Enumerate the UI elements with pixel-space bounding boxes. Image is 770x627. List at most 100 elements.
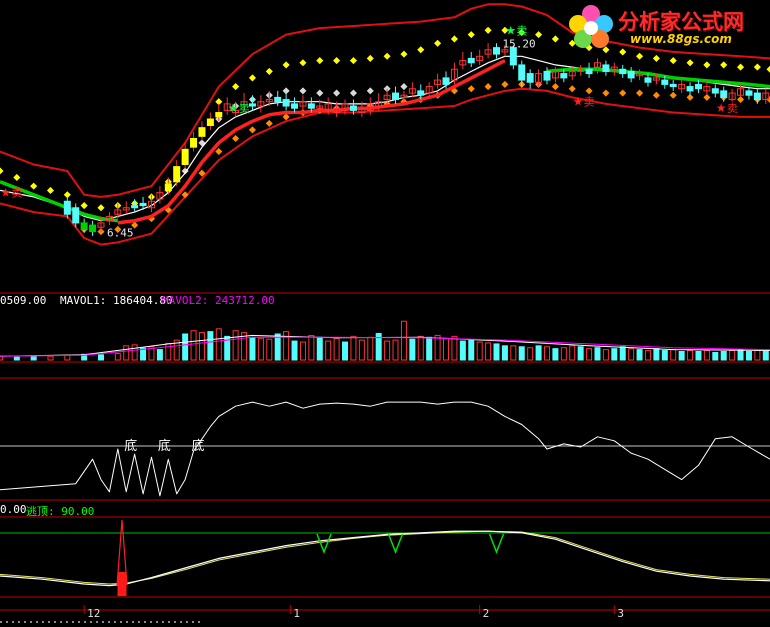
- candles: [63, 43, 770, 236]
- bottom-dot: [198, 621, 200, 623]
- candle-body: [206, 118, 214, 127]
- yellow-dot: [737, 63, 745, 71]
- escape-dip-marker: [488, 533, 505, 555]
- orange-dot: [181, 191, 189, 199]
- yellow-dot: [535, 31, 543, 39]
- signals: 15.206.45★ 卖★ 卖★ 卖★ 卖 ★ 卖: [0, 23, 737, 239]
- yellow-dot: [551, 35, 559, 43]
- dots-yellow: [0, 26, 770, 212]
- oscillator-line: 底底底: [0, 401, 770, 497]
- orange-dot: [602, 89, 610, 97]
- yellow-dot: [766, 65, 770, 73]
- vol-label: 0509.00: [0, 294, 47, 307]
- volume-bar: [316, 336, 323, 361]
- yellow-dot: [484, 26, 492, 34]
- bottom-dot: [186, 621, 188, 623]
- volume-bar: [729, 350, 736, 361]
- candle-body: [215, 112, 223, 118]
- yellow-dot: [333, 57, 341, 65]
- yellow-dot: [13, 173, 21, 181]
- volume-bar: [30, 356, 37, 361]
- yellow-dot: [232, 83, 240, 91]
- bottom-dot: [102, 621, 104, 623]
- volume-bar: [695, 350, 702, 361]
- panel4-escape-label: 逃顶: 90.00: [26, 505, 95, 518]
- volume-bar: [249, 336, 256, 361]
- orange-dot: [467, 85, 475, 93]
- candle-body: [282, 99, 290, 107]
- candle-body: [89, 224, 97, 233]
- candle-body: [602, 64, 610, 72]
- volume-bar: [468, 339, 475, 361]
- volume-bar: [543, 346, 550, 361]
- volume-bar: [485, 342, 492, 361]
- candle-body: [442, 77, 450, 85]
- signal-star-icon: ★: [0, 186, 11, 200]
- volume-bar: [342, 341, 349, 361]
- volume-bar: [560, 347, 567, 361]
- yellow-dot: [282, 61, 290, 69]
- volume-bar: [510, 345, 517, 361]
- volume-bar: [13, 356, 20, 361]
- bottom-dot: [60, 621, 62, 623]
- red-spike-bar: [117, 572, 127, 596]
- signal-star-icon: ★: [505, 23, 516, 37]
- bottom-dot: [18, 621, 20, 623]
- yellow-dot: [30, 182, 38, 190]
- price-annotation: 15.20: [503, 37, 536, 50]
- mavol2-label: MAVOL2: 243712.00: [162, 294, 275, 307]
- bottom-dot: [162, 621, 164, 623]
- volume-bar: [628, 348, 635, 361]
- orange-dot: [248, 126, 256, 134]
- volume-bar: [678, 350, 685, 361]
- signal-star-icon: ★: [716, 101, 727, 115]
- volume-bars: [0, 320, 769, 361]
- bottom-dot: [66, 621, 68, 623]
- volume-bar: [602, 349, 609, 361]
- volume-bar: [325, 340, 332, 361]
- candle-body: [139, 202, 147, 207]
- volume-bar: [518, 346, 525, 361]
- bottom-dot: [126, 621, 128, 623]
- candle-body: [131, 205, 139, 209]
- yellow-dot: [669, 57, 677, 65]
- x-tick-label: 12: [87, 607, 100, 620]
- bottom-dot: [120, 621, 122, 623]
- bottom-dot: [156, 621, 158, 623]
- candle-body: [686, 86, 694, 92]
- volume-bar: [165, 342, 172, 361]
- panel4-value: 0.00: [0, 503, 27, 516]
- volume-bar: [156, 349, 163, 361]
- orange-dot: [652, 91, 660, 99]
- volume-bar: [653, 348, 660, 361]
- orange-dot: [669, 91, 677, 99]
- volume-bar: [451, 335, 458, 361]
- bottom-dot: [132, 621, 134, 623]
- candle-body: [198, 127, 206, 137]
- orange-dot: [568, 85, 576, 93]
- volume-bar: [476, 341, 483, 361]
- volume-bar: [594, 347, 601, 361]
- bottom-dot: [36, 621, 38, 623]
- volume-bar: [299, 341, 306, 361]
- yellow-dot: [46, 186, 55, 194]
- bottom-dot: [174, 621, 176, 623]
- yellow-dot: [97, 204, 105, 212]
- yellow-dot: [450, 35, 458, 43]
- volume-bar: [687, 350, 694, 361]
- bottom-dot: [138, 621, 140, 623]
- candle-body: [72, 207, 80, 224]
- yellow-dot: [703, 61, 711, 69]
- bottom-dot: [114, 621, 116, 623]
- bottom-dot: [168, 621, 170, 623]
- yellow-dot: [753, 63, 761, 71]
- volume-bar: [712, 351, 719, 361]
- orange-dot: [585, 87, 593, 95]
- bottom-dot: [6, 621, 8, 623]
- candle-body: [274, 96, 282, 103]
- volume-bar: [426, 336, 433, 361]
- volume-bar: [333, 338, 340, 361]
- volume-bar: [0, 355, 3, 361]
- candle-body: [560, 73, 568, 79]
- signal-star-icon: ★: [573, 95, 584, 109]
